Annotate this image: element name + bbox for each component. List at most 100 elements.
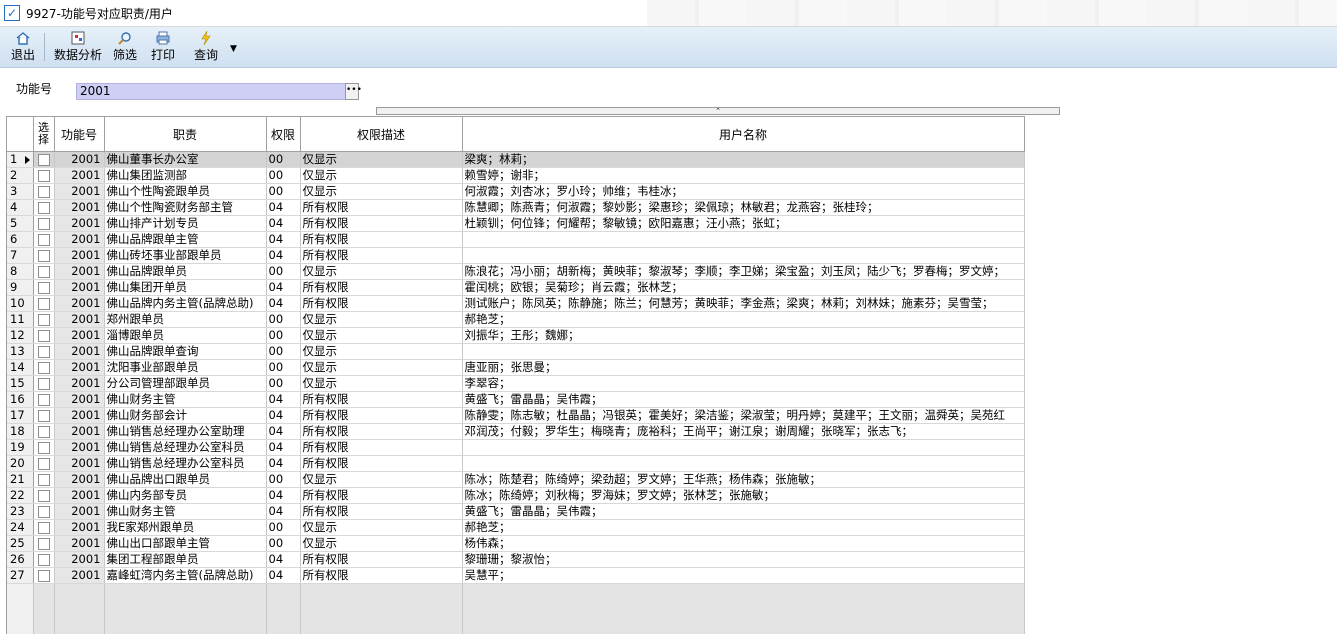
select-checkbox-cell[interactable] <box>33 232 54 248</box>
exit-button[interactable]: 退出 <box>8 29 38 65</box>
select-checkbox-cell[interactable] <box>33 392 54 408</box>
select-checkbox-cell[interactable] <box>33 520 54 536</box>
function-number-input[interactable]: 2001 <box>76 83 349 100</box>
select-checkbox[interactable] <box>38 378 50 390</box>
select-checkbox-cell[interactable] <box>33 152 54 168</box>
select-checkbox-cell[interactable] <box>33 296 54 312</box>
select-checkbox[interactable] <box>38 362 50 374</box>
select-checkbox[interactable] <box>38 330 50 342</box>
table-row[interactable]: 32001佛山个性陶瓷跟单员00仅显示何淑霞；刘杏冰；罗小玲；帅维；韦桂冰； <box>7 184 1024 200</box>
table-row[interactable]: 272001嘉峰虹湾内务主管(品牌总助)04所有权限吴慧平； <box>7 568 1024 584</box>
select-checkbox[interactable] <box>38 170 50 182</box>
table-row[interactable]: 212001佛山品牌出口跟单员00仅显示陈冰；陈楚君；陈绮婷；梁劲超；罗文婷；王… <box>7 472 1024 488</box>
select-checkbox-cell[interactable] <box>33 280 54 296</box>
select-checkbox-cell[interactable] <box>33 568 54 584</box>
table-row[interactable]: 42001佛山个性陶瓷财务部主管04所有权限陈慧卿；陈燕青；何淑霞；黎妙影；梁惠… <box>7 200 1024 216</box>
table-row[interactable]: 132001佛山品牌跟单查询00仅显示 <box>7 344 1024 360</box>
select-checkbox[interactable] <box>38 346 50 358</box>
table-row[interactable]: 262001集团工程部跟单员04所有权限黎珊珊；黎淑怡； <box>7 552 1024 568</box>
select-checkbox[interactable] <box>38 394 50 406</box>
select-checkbox[interactable] <box>38 570 50 582</box>
print-button[interactable]: 打印 <box>148 29 178 65</box>
select-checkbox[interactable] <box>38 410 50 422</box>
select-checkbox[interactable] <box>38 202 50 214</box>
select-checkbox-cell[interactable] <box>33 552 54 568</box>
table-row[interactable]: 242001我E家郑州跟单员00仅显示郝艳芝； <box>7 520 1024 536</box>
select-checkbox[interactable] <box>38 442 50 454</box>
select-checkbox-cell[interactable] <box>33 168 54 184</box>
select-checkbox[interactable] <box>38 250 50 262</box>
select-checkbox[interactable] <box>38 554 50 566</box>
user-names-cell: 陈静雯；陈志敏；杜晶晶；冯银英；霍美好；梁洁鉴；梁淑莹；明丹婷；莫建平；王文丽；… <box>462 408 1024 424</box>
select-checkbox-cell[interactable] <box>33 504 54 520</box>
select-checkbox-cell[interactable] <box>33 312 54 328</box>
select-checkbox[interactable] <box>38 538 50 550</box>
table-row[interactable]: 152001分公司管理部跟单员00仅显示李翠容； <box>7 376 1024 392</box>
permission-header[interactable]: 权限 <box>266 117 300 152</box>
table-row[interactable]: 142001沈阳事业部跟单员00仅显示唐亚丽；张思曼； <box>7 360 1024 376</box>
select-checkbox-cell[interactable] <box>33 344 54 360</box>
select-checkbox-cell[interactable] <box>33 328 54 344</box>
table-row[interactable]: 22001佛山集团监测部00仅显示赖雪婷；谢非； <box>7 168 1024 184</box>
dropdown-arrow-icon[interactable]: ▼ <box>230 44 237 54</box>
select-checkbox[interactable] <box>38 266 50 278</box>
select-checkbox[interactable] <box>38 298 50 310</box>
table-row[interactable]: 222001佛山内务部专员04所有权限陈冰；陈绮婷；刘秋梅；罗海妹；罗文婷；张林… <box>7 488 1024 504</box>
table-row[interactable]: 192001佛山销售总经理办公室科员04所有权限 <box>7 440 1024 456</box>
panel-splitter[interactable]: ⌃ <box>376 107 1060 115</box>
table-row[interactable]: 112001郑州跟单员00仅显示郝艳芝； <box>7 312 1024 328</box>
query-button[interactable]: 查询 <box>190 29 222 65</box>
table-row[interactable]: 12001佛山董事长办公室00仅显示梁爽；林莉； <box>7 152 1024 168</box>
select-checkbox-cell[interactable] <box>33 376 54 392</box>
select-checkbox-cell[interactable] <box>33 440 54 456</box>
select-checkbox-cell[interactable] <box>33 424 54 440</box>
duty-header[interactable]: 职责 <box>104 117 266 152</box>
filter-button[interactable]: 筛选 <box>110 29 140 65</box>
select-checkbox[interactable] <box>38 458 50 470</box>
user-names-header[interactable]: 用户名称 <box>462 117 1024 152</box>
select-checkbox[interactable] <box>38 506 50 518</box>
select-checkbox-cell[interactable] <box>33 488 54 504</box>
select-checkbox-cell[interactable] <box>33 200 54 216</box>
select-checkbox-cell[interactable] <box>33 248 54 264</box>
table-row[interactable]: 202001佛山销售总经理办公室科员04所有权限 <box>7 456 1024 472</box>
table-row[interactable]: 82001佛山品牌跟单员00仅显示陈浪花；冯小丽；胡新梅；黄映菲；黎淑琴；李顺；… <box>7 264 1024 280</box>
user-names-cell: 杨伟森； <box>462 536 1024 552</box>
table-row[interactable]: 172001佛山财务部会计04所有权限陈静雯；陈志敏；杜晶晶；冯银英；霍美好；梁… <box>7 408 1024 424</box>
table-row[interactable]: 72001佛山砖坯事业部跟单员04所有权限 <box>7 248 1024 264</box>
select-checkbox[interactable] <box>38 218 50 230</box>
data-analysis-button[interactable]: 数据分析 <box>51 29 105 65</box>
select-checkbox[interactable] <box>38 490 50 502</box>
select-checkbox[interactable] <box>38 474 50 486</box>
row-number-cell: 13 <box>7 344 33 360</box>
table-row[interactable]: 92001佛山集团开单员04所有权限霍闰桃；欧银；吴菊珍；肖云霞；张林芝； <box>7 280 1024 296</box>
table-row[interactable]: 62001佛山品牌跟单主管04所有权限 <box>7 232 1024 248</box>
select-checkbox[interactable] <box>38 314 50 326</box>
table-row[interactable]: 52001佛山排产计划专员04所有权限杜颖钏；何位锋；何耀帮；黎敏镜；欧阳嘉惠；… <box>7 216 1024 232</box>
select-checkbox-cell[interactable] <box>33 264 54 280</box>
table-row[interactable]: 232001佛山财务主管04所有权限黄盛飞；雷晶晶；吴伟霞； <box>7 504 1024 520</box>
ellipsis-lookup-button[interactable]: ••• <box>345 83 359 100</box>
select-checkbox-cell[interactable] <box>33 456 54 472</box>
table-row[interactable]: 182001佛山销售总经理办公室助理04所有权限邓润茂；付毅；罗华生；梅晓青；庞… <box>7 424 1024 440</box>
select-checkbox-cell[interactable] <box>33 216 54 232</box>
select-checkbox[interactable] <box>38 282 50 294</box>
select-checkbox-cell[interactable] <box>33 472 54 488</box>
table-row[interactable]: 162001佛山财务主管04所有权限黄盛飞；雷晶晶；吴伟霞； <box>7 392 1024 408</box>
select-checkbox[interactable] <box>38 154 50 166</box>
permission-desc-header[interactable]: 权限描述 <box>300 117 462 152</box>
select-checkbox-cell[interactable] <box>33 536 54 552</box>
select-checkbox[interactable] <box>38 186 50 198</box>
table-row[interactable]: 122001淄博跟单员00仅显示刘振华；王彤；魏娜； <box>7 328 1024 344</box>
select-checkbox-cell[interactable] <box>33 360 54 376</box>
select-checkbox-cell[interactable] <box>33 408 54 424</box>
select-checkbox[interactable] <box>38 234 50 246</box>
permission-cell: 04 <box>266 408 300 424</box>
select-header[interactable]: 选择 <box>33 117 54 152</box>
select-checkbox[interactable] <box>38 426 50 438</box>
function-number-header[interactable]: 功能号 <box>54 117 104 152</box>
select-checkbox[interactable] <box>38 522 50 534</box>
table-row[interactable]: 252001佛山出口部跟单主管00仅显示杨伟森； <box>7 536 1024 552</box>
table-row[interactable]: 102001佛山品牌内务主管(品牌总助)04所有权限测试账户；陈凤英；陈静施；陈… <box>7 296 1024 312</box>
select-checkbox-cell[interactable] <box>33 184 54 200</box>
